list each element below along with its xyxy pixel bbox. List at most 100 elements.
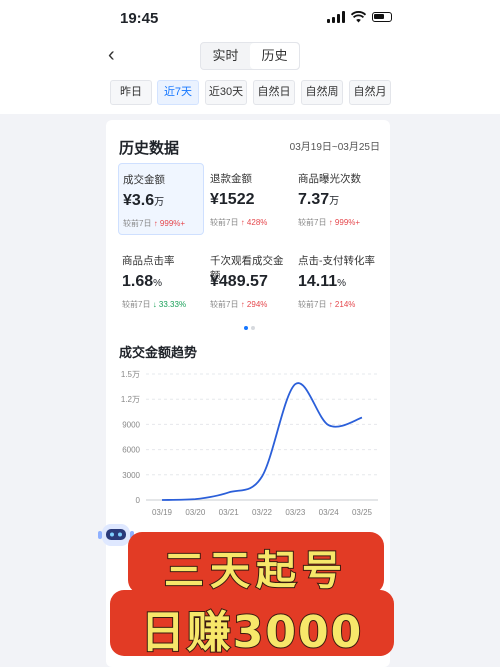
metric-compare-label: 较前7日 (210, 218, 239, 227)
back-icon[interactable]: ‹ (108, 44, 115, 67)
metric-change: ↑ 999%+ (154, 219, 185, 228)
metric-unit: % (153, 278, 163, 289)
metric-compare-label: 较前7日 (298, 300, 327, 309)
range-tab-natural-week[interactable]: 自然周 (301, 80, 343, 105)
x-tick-label: 03/21 (219, 508, 240, 517)
x-tick-label: 03/25 (352, 508, 373, 517)
metric-change-value: 428 (246, 218, 261, 227)
metric-change-arrow: ↑ (153, 219, 158, 228)
y-tick-label: 6000 (122, 446, 140, 455)
metric-value: 7.37万 (298, 191, 339, 209)
metric-change: ↑ 294% (241, 300, 268, 309)
pager-dots (244, 326, 255, 330)
metric-compare: 较前7日 ↑ 999%+ (123, 218, 185, 229)
metric-card[interactable]: 退款金额 ¥1522 较前7日 ↑ 428% (206, 163, 292, 235)
metric-change-arrow: ↑ (328, 300, 333, 309)
pager-dot (244, 326, 248, 330)
metric-card[interactable]: 商品点击率 1.68% 较前7日 ↓ 33.33% (118, 245, 204, 317)
status-icons (327, 11, 392, 23)
metric-change-arrow: ↓ (152, 300, 157, 309)
metric-number: 7.37 (298, 191, 330, 208)
metric-name: 成交金额 (123, 174, 165, 186)
y-tick-label: 3000 (122, 471, 140, 480)
metric-change-suffix: % (260, 300, 268, 309)
metric-compare: 较前7日 ↑ 428% (210, 217, 267, 228)
pager-dot (251, 326, 255, 330)
metric-prefix: ¥ (210, 191, 219, 208)
metric-change-suffix: % (178, 300, 187, 309)
promo-text-bottom: 日赚3000 (140, 606, 364, 659)
metric-unit: % (337, 278, 347, 289)
status-bar: 19:45 (0, 0, 500, 38)
promo-banner-bottom: 日赚3000 (110, 590, 394, 659)
y-tick-label: 1.2万 (121, 395, 140, 404)
range-tab-yesterday[interactable]: 昨日 (110, 80, 152, 105)
metric-change-arrow: ↑ (240, 218, 245, 227)
metric-compare-label: 较前7日 (122, 300, 151, 309)
metric-value: ¥1522 (210, 191, 255, 209)
status-time: 19:45 (120, 10, 159, 27)
metric-change-value: 33.33 (158, 300, 179, 309)
metric-compare: 较前7日 ↓ 33.33% (122, 299, 186, 310)
metric-change: ↓ 33.33% (153, 300, 186, 309)
metric-change-value: 999 (334, 218, 349, 227)
metric-prefix: ¥ (210, 273, 219, 290)
x-tick-label: 03/20 (185, 508, 206, 517)
metric-card[interactable]: 千次观看成交金额 ¥489.57 较前7日 ↑ 294% (206, 245, 292, 317)
metric-card[interactable]: 点击-支付转化率 14.11% 较前7日 ↑ 214% (294, 245, 380, 317)
metric-compare: 较前7日 ↑ 294% (210, 299, 267, 310)
promo-banner-top: 三天起号 (128, 532, 384, 595)
metric-name: 退款金额 (210, 173, 252, 185)
metric-change-value: 214 (334, 300, 349, 309)
trend-chart: 0 3000 6000 9000 1.2万 1.5万 03/19 03/20 03/21 03/2… (121, 370, 378, 517)
metric-name: 商品曝光次数 (298, 173, 361, 185)
metric-value: ¥3.6万 (123, 192, 164, 210)
metric-value: ¥489.57 (210, 273, 268, 291)
date-range[interactable]: 03月19日~03月25日 (290, 138, 380, 153)
metric-change-value: 294 (246, 300, 261, 309)
metric-number: 14.11 (298, 273, 338, 290)
metric-change: ↑ 214% (329, 300, 356, 309)
range-tab-7days[interactable]: 近7天 (157, 80, 199, 105)
metric-compare-label: 较前7日 (298, 218, 327, 227)
metric-card[interactable]: 成交金额 ¥3.6万较前7日 ↑ 999%+ (118, 163, 204, 235)
metric-name: 点击-支付转化率 (298, 255, 375, 267)
metric-change: ↑ 428% (241, 218, 268, 227)
metric-unit: 万 (329, 196, 340, 207)
metric-compare-label: 较前7日 (123, 219, 152, 228)
range-tab-30days[interactable]: 近30天 (205, 80, 247, 105)
metric-value: 14.11% (298, 273, 346, 291)
metric-unit: 万 (154, 197, 165, 208)
y-tick-label: 0 (136, 496, 141, 505)
metric-compare-label: 较前7日 (210, 300, 239, 309)
x-tick-label: 03/24 (319, 508, 340, 517)
range-tab-natural-day[interactable]: 自然日 (253, 80, 295, 105)
range-tab-natural-month[interactable]: 自然月 (349, 80, 391, 105)
nav-bar: ‹ 实时 历史 (0, 38, 500, 74)
metric-compare: 较前7日 ↑ 999%+ (298, 217, 360, 228)
signal-icon (327, 11, 345, 23)
promo-text-top: 三天起号 (163, 547, 348, 595)
metric-change-suffix: % (348, 300, 356, 309)
x-tick-label: 03/19 (152, 508, 173, 517)
tab-history[interactable]: 历史 (250, 43, 299, 69)
metric-compare: 较前7日 ↑ 214% (298, 299, 355, 310)
metric-change-suffix: %+ (173, 219, 186, 228)
metric-prefix: ¥ (123, 192, 132, 209)
metric-change-arrow: ↑ (328, 218, 333, 227)
metric-change: ↑ 999%+ (329, 218, 360, 227)
battery-icon (372, 12, 392, 22)
range-tabs: 昨日 近7天 近30天 自然日 自然周 自然月 (0, 74, 500, 114)
metric-card[interactable]: 商品曝光次数 7.37万较前7日 ↑ 999%+ (294, 163, 380, 235)
tab-realtime[interactable]: 实时 (201, 43, 250, 69)
metric-number: 1522 (218, 191, 255, 208)
metric-number: 3.6 (131, 192, 155, 209)
metric-number: 489.57 (218, 273, 268, 290)
metric-change-suffix: % (260, 218, 268, 227)
y-tick-label: 1.5万 (121, 370, 140, 379)
x-tick-label: 03/22 (252, 508, 273, 517)
series-line (161, 382, 363, 501)
metric-change-arrow: ↑ (240, 300, 245, 309)
metric-change-suffix: %+ (348, 218, 361, 227)
wifi-icon (351, 11, 366, 23)
